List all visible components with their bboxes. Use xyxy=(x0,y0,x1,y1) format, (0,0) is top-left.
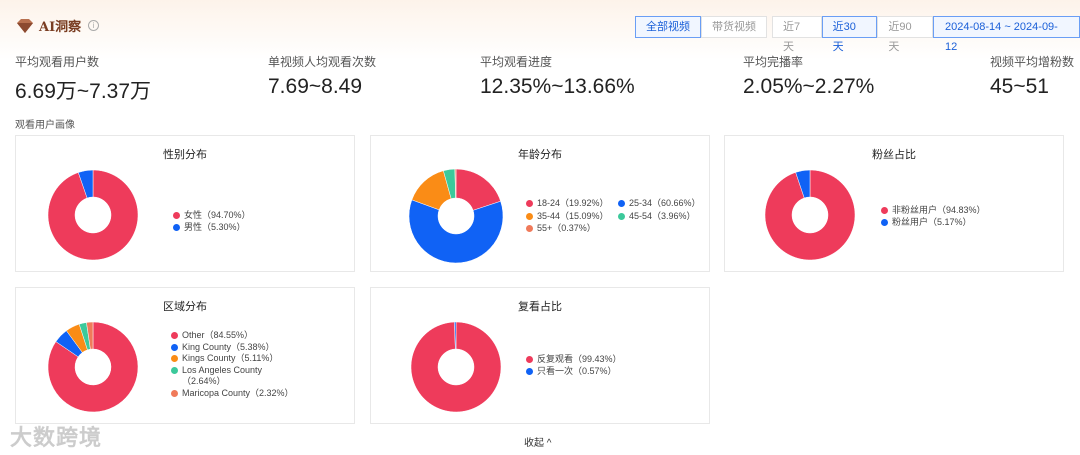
legend-item[interactable]: 男性（5.30%） xyxy=(173,222,251,234)
donut-chart xyxy=(47,169,139,261)
legend-item[interactable]: Other（84.55%） xyxy=(171,330,296,342)
collapse-button[interactable]: 收起 ^ xyxy=(524,434,551,449)
stat-value: 12.35%~13.66% xyxy=(480,75,635,98)
legend-item[interactable]: King County（5.38%） xyxy=(171,342,296,354)
legend-item[interactable]: 55+（0.37%） xyxy=(526,223,618,235)
period-filter: 近7天 近30天 近90天 2024-08-14 ~ 2024-09-12 xyxy=(772,16,1080,53)
legend-label: Other（84.55%） xyxy=(182,330,254,340)
legend-label: 女性（94.70%） xyxy=(184,210,251,220)
stat-label: 平均观看进度 xyxy=(480,55,553,69)
legend-label: King County（5.38%） xyxy=(182,341,275,352)
period-7-days[interactable]: 近7天 xyxy=(772,16,822,53)
legend-label: 非粉丝用户（94.83%） xyxy=(892,205,986,215)
legend-label: 粉丝用户（5.17%） xyxy=(892,216,972,227)
legend-dot-icon xyxy=(526,356,533,363)
stat-label: 平均完播率 xyxy=(743,55,804,69)
legend-dot-icon xyxy=(881,207,888,214)
legend-dot-icon xyxy=(173,223,180,231)
info-icon[interactable]: i xyxy=(88,20,100,31)
gender-card: 性别分布 女性（94.70%） 男性（5.30%） xyxy=(15,135,355,272)
pie-slice[interactable] xyxy=(408,199,504,264)
stat-avg-followers: 视频平均增粉数 45~51 xyxy=(990,53,1074,99)
filter-all-videos[interactable]: 全部视频 xyxy=(635,16,701,38)
legend-dot-icon xyxy=(526,225,533,232)
fans-card: 粉丝占比 非粉丝用户（94.83%） 粉丝用户（5.17%） xyxy=(724,135,1064,272)
legend-dot-icon xyxy=(526,367,533,375)
legend-item[interactable]: 18-24（19.92%） xyxy=(526,198,618,210)
stat-label: 平均观看用户数 xyxy=(15,55,100,69)
filter-sales-videos[interactable]: 带货视频 xyxy=(701,16,767,38)
page-title: AI洞察 xyxy=(39,20,82,35)
age-card: 年龄分布 18-24（19.92%） 25-34（60.66%） 35-44（15.0… xyxy=(370,135,710,272)
legend-label: 25-34（60.66%） xyxy=(629,198,701,208)
legend-label: Los Angeles County（2.64%） xyxy=(182,364,263,387)
stat-value: 45~51 xyxy=(990,75,1049,98)
legend-item[interactable]: Kings County（5.11%） xyxy=(171,353,296,365)
legend-dot-icon xyxy=(618,212,625,220)
page-header: AI洞察 i xyxy=(15,16,100,35)
chart-legend: 反复观看（99.43%） 只看一次（0.57%） xyxy=(526,354,622,377)
stat-views-per-user: 单视频人均观看次数 7.69~8.49 xyxy=(268,53,376,99)
stat-label: 视频平均增粉数 xyxy=(990,55,1075,69)
period-30-days[interactable]: 近30天 xyxy=(821,16,878,53)
chart-legend: 18-24（19.92%） 25-34（60.66%） 35-44（15.09%） 4… xyxy=(526,198,708,235)
diamond-logo-icon xyxy=(17,18,33,33)
stat-value: 2.05%~2.27% xyxy=(743,75,875,98)
section-title: 观看用户画像 xyxy=(15,120,75,131)
legend-label: 45-54（3.96%） xyxy=(629,210,696,221)
legend-dot-icon xyxy=(171,389,178,397)
legend-label: 55+（0.37%） xyxy=(537,223,596,233)
legend-dot-icon xyxy=(171,366,178,374)
legend-label: 男性（5.30%） xyxy=(184,221,246,232)
stat-avg-progress: 平均观看进度 12.35%~13.66% xyxy=(480,53,635,99)
legend-label: Kings County（5.11%） xyxy=(182,353,279,363)
legend-item[interactable]: 25-34（60.66%） xyxy=(618,198,708,210)
legend-dot-icon xyxy=(173,212,180,219)
legend-dot-icon xyxy=(526,212,533,220)
legend-item[interactable]: Maricopa County（2.32%） xyxy=(171,388,296,400)
date-range-picker[interactable]: 2024-08-14 ~ 2024-09-12 xyxy=(933,16,1080,53)
legend-label: 35-44（15.09%） xyxy=(537,210,609,221)
legend-dot-icon xyxy=(881,218,888,226)
legend-item[interactable]: Los Angeles County（2.64%） xyxy=(171,365,296,388)
stat-label: 单视频人均观看次数 xyxy=(268,55,377,69)
video-type-filter: 全部视频 带货视频 xyxy=(635,16,767,38)
legend-item[interactable]: 粉丝用户（5.17%） xyxy=(881,217,986,229)
legend-dot-icon xyxy=(618,200,625,207)
stat-value: 7.69~8.49 xyxy=(268,75,363,98)
legend-item[interactable]: 反复观看（99.43%） xyxy=(526,354,622,366)
period-90-days[interactable]: 近90天 xyxy=(877,16,933,53)
legend-dot-icon xyxy=(526,200,533,207)
chart-legend: 非粉丝用户（94.83%） 粉丝用户（5.17%） xyxy=(881,205,986,228)
legend-label: 只看一次（0.57%） xyxy=(537,365,617,376)
legend-item[interactable]: 35-44（15.09%） xyxy=(526,211,618,223)
rewatch-card: 复看占比 反复观看（99.43%） 只看一次（0.57%） xyxy=(370,287,710,424)
legend-label: 反复观看（99.43%） xyxy=(537,354,622,364)
legend-dot-icon xyxy=(171,355,178,362)
legend-item[interactable]: 45-54（3.96%） xyxy=(618,211,708,223)
legend-item[interactable]: 只看一次（0.57%） xyxy=(526,366,622,378)
watermark: 大数跨境 xyxy=(10,425,103,450)
legend-label: 18-24（19.92%） xyxy=(537,198,609,208)
legend-dot-icon xyxy=(171,343,178,351)
legend-label: Maricopa County（2.32%） xyxy=(182,387,294,398)
chart-legend: 女性（94.70%） 男性（5.30%） xyxy=(173,210,251,233)
stat-completion-rate: 平均完播率 2.05%~2.27% xyxy=(743,53,874,99)
legend-item[interactable]: 女性（94.70%） xyxy=(173,210,251,222)
chart-legend: Other（84.55%） King County（5.38%） Kings Cou… xyxy=(171,330,296,399)
legend-dot-icon xyxy=(171,332,178,339)
stat-avg-viewers: 平均观看用户数 6.69万~7.37万 xyxy=(15,53,151,105)
stat-value: 6.69万~7.37万 xyxy=(15,80,152,103)
legend-item[interactable]: 非粉丝用户（94.83%） xyxy=(881,205,986,217)
region-card: 区域分布 Other（84.55%） King County（5.38%） Kings… xyxy=(15,287,355,424)
